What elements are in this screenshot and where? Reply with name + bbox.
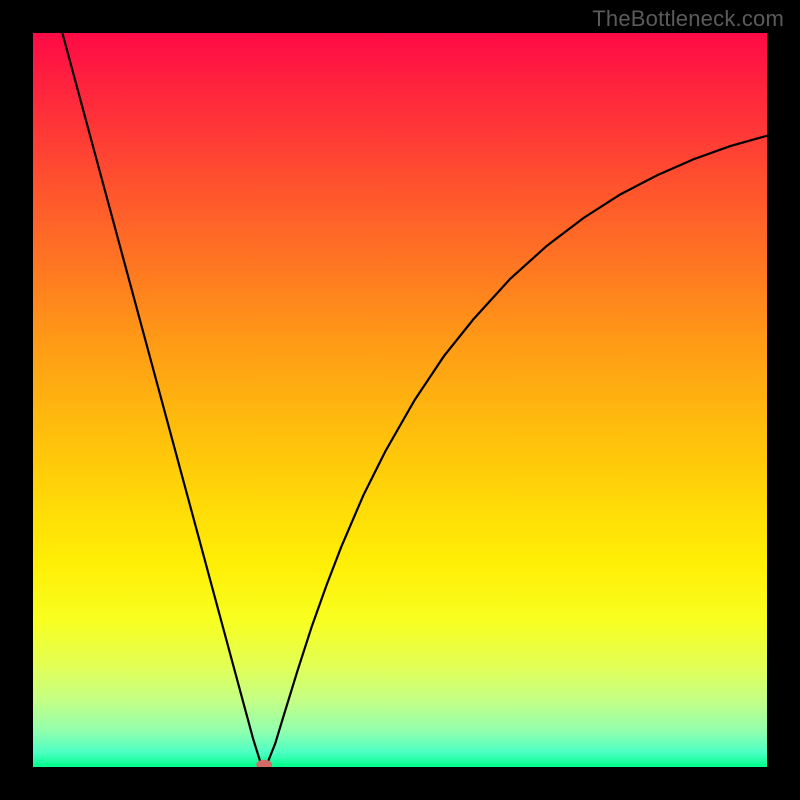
optimal-marker [256,760,272,767]
plot-area [33,33,767,767]
bottleneck-curve [62,33,767,766]
chart-frame: TheBottleneck.com [0,0,800,800]
chart-svg [33,33,767,767]
watermark-text: TheBottleneck.com [592,6,784,32]
